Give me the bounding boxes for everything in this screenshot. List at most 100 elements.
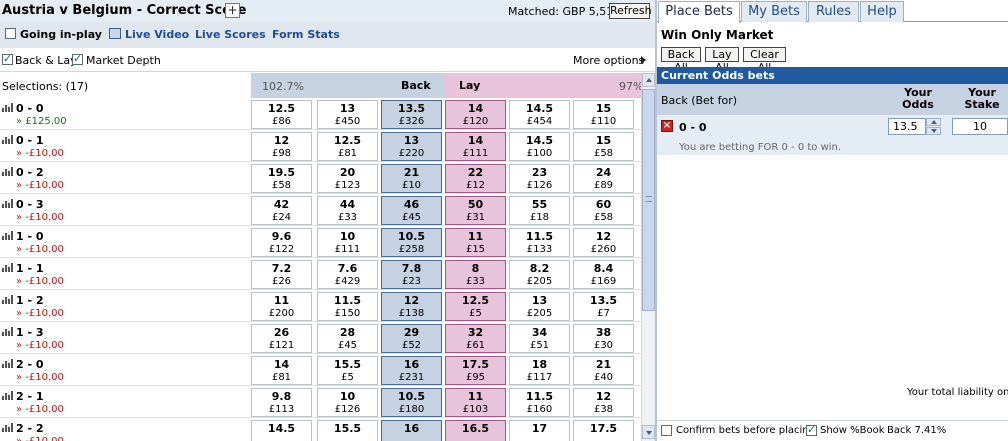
lay-price-cell[interactable]: 24 £89 bbox=[573, 164, 634, 193]
lay-price-cell[interactable]: 14.5 £100 bbox=[509, 132, 570, 161]
odds-stepper[interactable] bbox=[926, 118, 941, 135]
remove-bet-icon[interactable]: × bbox=[661, 120, 673, 132]
odds-down-icon[interactable] bbox=[926, 127, 941, 135]
back-price-cell[interactable]: 29 £52 bbox=[381, 324, 442, 353]
chart-icon[interactable] bbox=[2, 103, 14, 112]
scroll-thumb[interactable] bbox=[642, 89, 655, 311]
lay-price-cell[interactable]: 14 £111 bbox=[445, 132, 506, 161]
back-price-cell[interactable]: 16 £231 bbox=[381, 356, 442, 385]
more-options-link[interactable]: More options bbox=[573, 54, 644, 67]
back-price-cell[interactable]: 10 £111 bbox=[317, 228, 378, 257]
lay-price-cell[interactable]: 14 £120 bbox=[445, 100, 506, 129]
back-lay-checkbox[interactable] bbox=[2, 52, 13, 65]
chart-icon[interactable] bbox=[2, 359, 14, 368]
lay-price-cell[interactable]: 17.5 bbox=[573, 420, 634, 441]
stake-input[interactable]: 10 bbox=[952, 118, 1008, 135]
back-price-cell[interactable]: 7.6 £429 bbox=[317, 260, 378, 289]
lay-price-cell[interactable]: 14.5 £454 bbox=[509, 100, 570, 129]
lay-price-cell[interactable]: 32 £61 bbox=[445, 324, 506, 353]
back-all-button[interactable]: Back All bbox=[661, 47, 701, 74]
back-price-cell[interactable]: 16 bbox=[381, 420, 442, 441]
tab-my-bets[interactable]: My Bets bbox=[741, 1, 807, 22]
chart-icon[interactable] bbox=[2, 295, 14, 304]
back-price-cell[interactable]: 28 £45 bbox=[317, 324, 378, 353]
back-price-cell[interactable]: 19.5 £58 bbox=[251, 164, 312, 193]
going-inplay-checkbox[interactable] bbox=[5, 28, 16, 39]
scroll-up-icon[interactable] bbox=[642, 73, 655, 87]
market-depth-checkbox[interactable] bbox=[72, 52, 83, 65]
back-price-cell[interactable]: 11.5 £150 bbox=[317, 292, 378, 321]
chart-icon[interactable] bbox=[2, 327, 14, 336]
lay-price-cell[interactable]: 17 bbox=[509, 420, 570, 441]
back-price-cell[interactable]: 12.5 £86 bbox=[251, 100, 312, 129]
odds-up-icon[interactable] bbox=[926, 118, 941, 126]
chart-icon[interactable] bbox=[2, 199, 14, 208]
lay-all-button[interactable]: Lay All bbox=[705, 47, 739, 74]
chart-icon[interactable] bbox=[2, 135, 14, 144]
lay-price-cell[interactable]: 15 £110 bbox=[573, 100, 634, 129]
tab-place-bets[interactable]: Place Bets bbox=[658, 1, 740, 23]
back-price-cell[interactable]: 44 £33 bbox=[317, 196, 378, 225]
chart-icon[interactable] bbox=[2, 263, 14, 272]
back-price-cell[interactable]: 26 £121 bbox=[251, 324, 312, 353]
clear-all-button[interactable]: Clear All bbox=[743, 47, 786, 74]
chart-icon[interactable] bbox=[2, 423, 14, 432]
back-price-cell[interactable]: 21 £10 bbox=[381, 164, 442, 193]
show-book-checkbox[interactable] bbox=[806, 423, 817, 436]
scroll-down-icon[interactable] bbox=[642, 425, 655, 439]
lay-price-cell[interactable]: 8 £33 bbox=[445, 260, 506, 289]
back-price-cell[interactable]: 13.5 £326 bbox=[381, 100, 442, 129]
back-price-cell[interactable]: 10.5 £258 bbox=[381, 228, 442, 257]
back-price-cell[interactable]: 12 £98 bbox=[251, 132, 312, 161]
back-price-cell[interactable]: 42 £24 bbox=[251, 196, 312, 225]
lay-price-cell[interactable]: 23 £126 bbox=[509, 164, 570, 193]
back-price-cell[interactable]: 14 £81 bbox=[251, 356, 312, 385]
back-price-cell[interactable]: 7.8 £23 bbox=[381, 260, 442, 289]
back-price-cell[interactable]: 15.5 bbox=[317, 420, 378, 441]
lay-price-cell[interactable]: 16.5 bbox=[445, 420, 506, 441]
lay-price-cell[interactable]: 12 £260 bbox=[573, 228, 634, 257]
back-price-cell[interactable]: 10 £126 bbox=[317, 388, 378, 417]
back-price-cell[interactable]: 20 £123 bbox=[317, 164, 378, 193]
chart-icon[interactable] bbox=[2, 391, 14, 400]
selection-name[interactable]: 1 - 0 bbox=[16, 230, 44, 243]
lay-price-cell[interactable]: 11 £103 bbox=[445, 388, 506, 417]
tab-help[interactable]: Help bbox=[860, 1, 904, 22]
odds-input[interactable]: 13.5 bbox=[888, 118, 926, 135]
back-price-cell[interactable]: 13 £450 bbox=[317, 100, 378, 129]
form-stats-link[interactable]: Form Stats bbox=[272, 28, 340, 41]
back-price-cell[interactable]: 13 £220 bbox=[381, 132, 442, 161]
back-price-cell[interactable]: 12.5 £81 bbox=[317, 132, 378, 161]
lay-price-cell[interactable]: 13.5 £7 bbox=[573, 292, 634, 321]
lay-price-cell[interactable]: 55 £18 bbox=[509, 196, 570, 225]
lay-price-cell[interactable]: 34 £51 bbox=[509, 324, 570, 353]
selection-name[interactable]: 2 - 1 bbox=[16, 390, 44, 403]
refresh-button[interactable]: Refresh bbox=[609, 3, 652, 19]
market-scrollbar[interactable] bbox=[641, 73, 655, 441]
lay-price-cell[interactable]: 22 £12 bbox=[445, 164, 506, 193]
back-price-cell[interactable]: 12 £138 bbox=[381, 292, 442, 321]
lay-price-cell[interactable]: 8.4 £169 bbox=[573, 260, 634, 289]
back-price-cell[interactable]: 46 £45 bbox=[381, 196, 442, 225]
live-scores-link[interactable]: Live Scores bbox=[195, 28, 266, 41]
lay-price-cell[interactable]: 60 £58 bbox=[573, 196, 634, 225]
selection-name[interactable]: 2 - 0 bbox=[16, 358, 44, 371]
lay-price-cell[interactable]: 11.5 £160 bbox=[509, 388, 570, 417]
back-price-cell[interactable]: 7.2 £26 bbox=[251, 260, 312, 289]
back-price-cell[interactable]: 11 £200 bbox=[251, 292, 312, 321]
lay-price-cell[interactable]: 21 £40 bbox=[573, 356, 634, 385]
more-options-arrow-icon[interactable] bbox=[641, 56, 646, 64]
lay-price-cell[interactable]: 38 £30 bbox=[573, 324, 634, 353]
selection-name[interactable]: 1 - 3 bbox=[16, 326, 44, 339]
lay-price-cell[interactable]: 11 £15 bbox=[445, 228, 506, 257]
selection-name[interactable]: 1 - 2 bbox=[16, 294, 44, 307]
lay-price-cell[interactable]: 12 £38 bbox=[573, 388, 634, 417]
selection-name[interactable]: 0 - 0 bbox=[16, 102, 44, 115]
chart-icon[interactable] bbox=[2, 167, 14, 176]
lay-price-cell[interactable]: 12.5 £5 bbox=[445, 292, 506, 321]
lay-price-cell[interactable]: 13 £205 bbox=[509, 292, 570, 321]
back-price-cell[interactable]: 9.8 £113 bbox=[251, 388, 312, 417]
lay-price-cell[interactable]: 50 £31 bbox=[445, 196, 506, 225]
selection-name[interactable]: 0 - 3 bbox=[16, 198, 44, 211]
lay-price-cell[interactable]: 15 £58 bbox=[573, 132, 634, 161]
